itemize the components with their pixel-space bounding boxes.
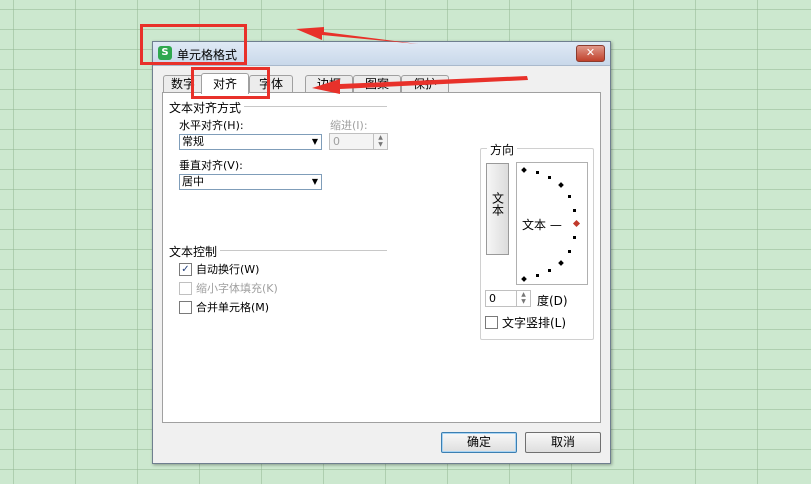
dialog-title: 单元格格式 [177, 48, 238, 62]
horizontal-align-label: 水平对齐(H): [179, 119, 244, 132]
format-cells-dialog: S 单元格格式 ✕ 数字 对齐 字体 边框 图案 保护 文本对齐方式 水平对齐(… [152, 41, 611, 464]
spin-down-icon[interactable]: ▼ [374, 141, 387, 148]
indent-value: 0 [333, 135, 340, 148]
vertical-align-select[interactable]: 居中 ▼ [179, 174, 322, 190]
dial-pointer-icon[interactable] [572, 219, 581, 228]
tab-protection[interactable]: 保护 [401, 75, 449, 92]
dial-text: 文本 — [522, 218, 562, 232]
tab-font[interactable]: 字体 [249, 75, 293, 92]
dial-tick [573, 209, 576, 212]
orientation-title: 方向 [487, 141, 518, 158]
alignment-panel: 文本对齐方式 水平对齐(H): 常规 ▼ 缩进(I): 0 ▲ ▼ 垂直对齐(V… [162, 92, 601, 423]
close-button[interactable]: ✕ [576, 45, 605, 62]
vertical-text-button[interactable]: 文本 [486, 163, 509, 255]
indent-spin-buttons[interactable]: ▲ ▼ [373, 134, 387, 149]
dial-tick [536, 274, 539, 277]
stacked-text-label: 文字竖排(L) [502, 316, 567, 330]
chevron-down-icon: ▼ [311, 137, 318, 146]
spin-up-icon[interactable]: ▲ [374, 134, 387, 141]
degree-spin-buttons[interactable]: ▲ ▼ [516, 291, 530, 306]
dial-tick [568, 250, 571, 253]
vertical-text-label: 文本 [490, 192, 505, 216]
checkbox-box[interactable] [179, 282, 192, 295]
text-control-title: 文本控制 [169, 243, 221, 260]
dial-tick [558, 260, 564, 266]
wrap-text-label: 自动换行(W) [196, 263, 260, 276]
dial-tick [548, 269, 551, 272]
orientation-dial[interactable]: 文本 — [516, 162, 588, 285]
dial-tick [536, 171, 539, 174]
alignment-group-title: 文本对齐方式 [169, 99, 245, 116]
tab-number[interactable]: 数字 [163, 75, 203, 92]
spin-up-icon[interactable]: ▲ [517, 291, 530, 298]
dial-tick [558, 182, 564, 188]
chevron-down-icon: ▼ [311, 177, 318, 186]
vertical-align-value: 居中 [182, 175, 204, 188]
shrink-to-fit-label: 缩小字体填充(K) [196, 282, 278, 295]
indent-spinner[interactable]: 0 ▲ ▼ [329, 133, 388, 150]
degree-value: 0 [489, 292, 496, 305]
vertical-align-label: 垂直对齐(V): [179, 159, 243, 172]
merge-cells-label: 合并单元格(M) [196, 301, 270, 314]
cancel-button[interactable]: 取消 [525, 432, 601, 453]
dialog-titlebar[interactable]: S 单元格格式 ✕ [153, 42, 610, 66]
degree-spinner[interactable]: 0 ▲ ▼ [485, 290, 531, 307]
dial-tick [573, 236, 576, 239]
degree-label: 度(D) [537, 294, 568, 308]
tab-alignment[interactable]: 对齐 [201, 73, 249, 94]
dial-tick [548, 176, 551, 179]
dial-tick-top [521, 167, 527, 173]
horizontal-align-value: 常规 [182, 135, 204, 148]
indent-label: 缩进(I): [330, 119, 368, 132]
dial-tick-bottom [521, 276, 527, 282]
tab-border[interactable]: 边框 [305, 75, 353, 92]
ok-button[interactable]: 确定 [441, 432, 517, 453]
dial-tick [568, 195, 571, 198]
wps-spreadsheet-icon: S [158, 46, 172, 60]
checkbox-box[interactable] [485, 316, 498, 329]
spin-down-icon[interactable]: ▼ [517, 298, 530, 305]
checkmark-icon[interactable]: ✓ [179, 263, 192, 276]
tab-pattern[interactable]: 图案 [353, 75, 401, 92]
checkbox-box[interactable] [179, 301, 192, 314]
horizontal-align-select[interactable]: 常规 ▼ [179, 134, 322, 150]
